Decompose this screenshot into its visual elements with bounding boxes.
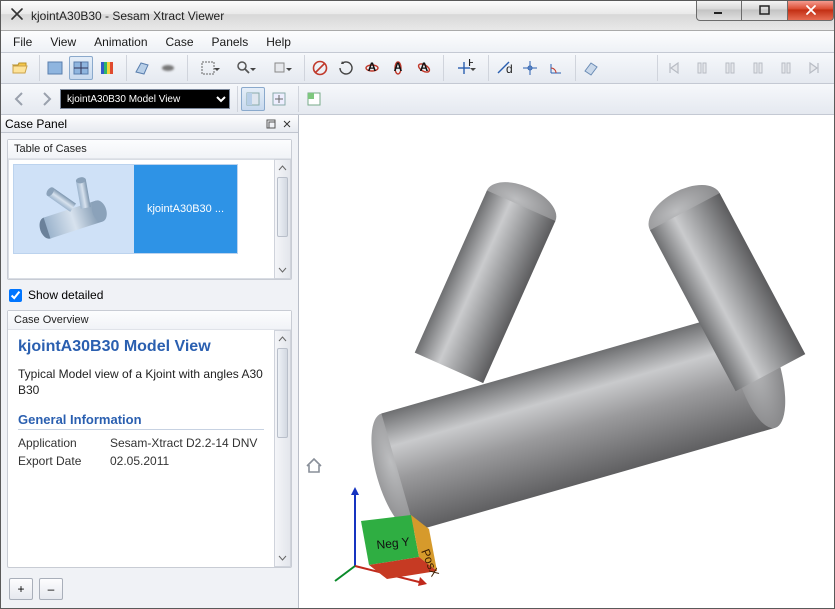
layout-preset-button[interactable] [302, 87, 326, 111]
home-view-icon[interactable] [305, 457, 323, 478]
rotate-y-button[interactable]: A [386, 56, 410, 80]
play-button[interactable] [773, 56, 799, 80]
overview-description: Typical Model view of a Kjoint with angl… [18, 366, 264, 398]
row-value: 02.05.2011 [110, 454, 264, 468]
undock-icon[interactable] [264, 117, 278, 131]
case-overview-group: Case Overview kjointA30B30 Model View Ty… [7, 310, 292, 568]
svg-text:A: A [394, 60, 403, 74]
scroll-up-icon[interactable] [275, 160, 290, 177]
case-card-label: kjointA30B30 ... [134, 165, 237, 253]
table-of-cases-heading: Table of Cases [8, 140, 291, 159]
menu-view[interactable]: View [42, 33, 84, 51]
app-window: kjointA30B30 - Sesam Xtract Viewer File … [0, 0, 835, 609]
pick-primitive-dropdown[interactable] [263, 56, 297, 80]
menu-file[interactable]: File [5, 33, 40, 51]
table-of-cases-group: Table of Cases [7, 139, 292, 280]
skip-start-button[interactable] [661, 56, 687, 80]
rotate-none-button[interactable] [308, 56, 332, 80]
viewport-3d[interactable]: Neg Y PosX [299, 115, 834, 608]
scroll-down-icon[interactable] [275, 549, 290, 566]
measure-cross-button[interactable] [518, 56, 542, 80]
menu-animation[interactable]: Animation [86, 33, 155, 51]
general-info-heading: General Information [18, 412, 264, 430]
scroll-thumb[interactable] [277, 348, 288, 438]
case-overview-heading: Case Overview [8, 311, 291, 330]
rotate-free-button[interactable] [334, 56, 358, 80]
svg-text:P: P [468, 59, 473, 69]
row-key: Export Date [18, 454, 102, 468]
case-panel: Case Panel Table of Cases [1, 115, 299, 608]
svg-text:A: A [420, 60, 429, 74]
titlebar: kjointA30B30 - Sesam Xtract Viewer [1, 1, 834, 31]
window-title: kjointA30B30 - Sesam Xtract Viewer [31, 9, 224, 23]
remove-case-button[interactable]: – [39, 578, 63, 600]
open-button[interactable] [8, 56, 32, 80]
row-key: Application [18, 436, 102, 450]
step-back-button[interactable] [689, 56, 715, 80]
scroll-up-icon[interactable] [275, 331, 290, 348]
minimize-button[interactable] [696, 1, 742, 21]
layout-single-button[interactable] [241, 87, 265, 111]
app-icon [9, 6, 25, 25]
table-row: Application Sesam-Xtract D2.2-14 DNV [18, 434, 264, 452]
overview-title: kjointA30B30 Model View [18, 338, 264, 356]
scroll-down-icon[interactable] [275, 261, 290, 278]
toolbar-navigation: kjointA30B30 Model View [1, 84, 834, 115]
overview-content: kjointA30B30 Model View Typical Model vi… [8, 330, 274, 567]
overview-scrollbar[interactable] [274, 330, 291, 567]
clip-plane-button[interactable] [579, 56, 603, 80]
case-card[interactable]: kjointA30B30 ... [13, 164, 238, 254]
menubar: File View Animation Case Panels Help [1, 31, 834, 53]
show-detailed-checkbox[interactable] [9, 289, 22, 302]
measure-angle-button[interactable] [544, 56, 568, 80]
play-back-button[interactable] [717, 56, 743, 80]
case-panel-titlebar: Case Panel [1, 115, 298, 133]
skip-end-button[interactable] [801, 56, 827, 80]
view-split-button[interactable] [69, 56, 93, 80]
case-panel-title: Case Panel [5, 117, 67, 131]
nav-back-button[interactable] [8, 87, 32, 111]
rotate-x-button[interactable]: A [360, 56, 384, 80]
menu-panels[interactable]: Panels [204, 33, 257, 51]
menu-case[interactable]: Case [158, 33, 202, 51]
content-row: Case Panel Table of Cases [1, 115, 834, 608]
orientation-triad[interactable]: Neg Y PosX [325, 471, 445, 596]
view-shaded-button[interactable] [43, 56, 67, 80]
zoom-dropdown[interactable] [227, 56, 261, 80]
layout-add-button[interactable] [267, 87, 291, 111]
persp-button[interactable] [130, 56, 154, 80]
case-thumbnail [14, 165, 134, 253]
close-button[interactable] [788, 1, 834, 21]
toolbar-main: A A A P d [1, 53, 834, 84]
close-panel-icon[interactable] [280, 117, 294, 131]
blur-button[interactable] [156, 56, 180, 80]
nav-history-combo[interactable]: kjointA30B30 Model View [60, 89, 230, 109]
cases-scrollbar[interactable] [274, 159, 291, 279]
window-buttons [696, 1, 834, 21]
svg-text:d: d [506, 62, 513, 76]
nav-forward-button[interactable] [34, 87, 58, 111]
show-detailed-row[interactable]: Show detailed [7, 286, 292, 304]
show-detailed-label: Show detailed [28, 288, 103, 302]
table-row: Export Date 02.05.2011 [18, 452, 264, 470]
svg-text:A: A [368, 60, 377, 74]
rotate-z-button[interactable]: A [412, 56, 436, 80]
row-value: Sesam-Xtract D2.2-14 DNV [110, 436, 264, 450]
selection-mode-dropdown[interactable] [191, 56, 225, 80]
menu-help[interactable]: Help [258, 33, 299, 51]
contour-button[interactable] [95, 56, 119, 80]
pause-button[interactable] [745, 56, 771, 80]
case-panel-footer: + – [7, 574, 292, 602]
measure-dist-button[interactable]: d [492, 56, 516, 80]
cases-list[interactable]: kjointA30B30 ... [8, 159, 274, 279]
pivot-dropdown[interactable]: P [447, 56, 481, 80]
maximize-button[interactable] [742, 1, 788, 21]
scroll-thumb[interactable] [277, 177, 288, 237]
add-case-button[interactable]: + [9, 578, 33, 600]
